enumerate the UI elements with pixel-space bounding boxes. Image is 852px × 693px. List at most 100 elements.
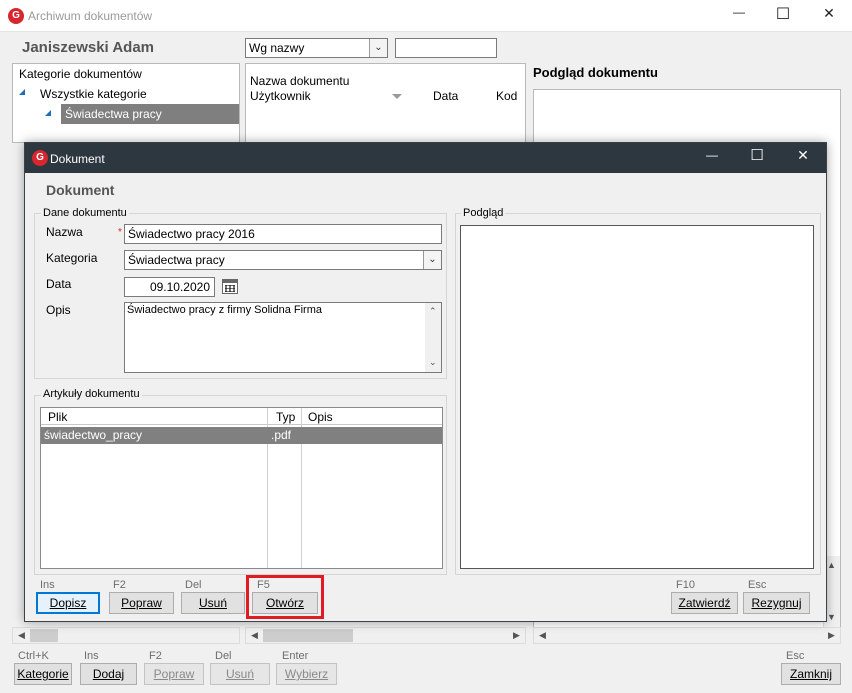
scroll-left-icon[interactable]: ◀ xyxy=(246,628,263,643)
minimize-icon[interactable]: — xyxy=(689,148,735,162)
cancel-button[interactable]: Rezygnuj xyxy=(743,592,810,614)
shortcut-label: Esc xyxy=(786,650,805,662)
select-button[interactable]: Wybierz xyxy=(276,663,337,685)
dialog-titlebar: G Dokument — ☐ ✕ xyxy=(25,143,826,173)
app-logo-icon: G xyxy=(8,8,24,24)
table-row[interactable]: świadectwo_pracy .pdf xyxy=(41,427,442,444)
main-titlebar: G Archiwum dokumentów — ☐ ✕ xyxy=(0,0,852,32)
button-label: Zatwierdź xyxy=(678,596,731,610)
shortcut-label: Ins xyxy=(84,650,99,662)
close-icon[interactable]: ✕ xyxy=(806,5,852,22)
description-textarea[interactable]: Świadectwo pracy z firmy Solidna Firma ⌃… xyxy=(124,302,442,373)
document-dialog: G Dokument — ☐ ✕ Dokument Dane dokumentu… xyxy=(24,142,827,622)
articles-table: Plik Typ Opis świadectwo_pracy .pdf xyxy=(40,407,443,569)
description-label: Opis xyxy=(46,303,71,317)
edit-button[interactable]: Popraw xyxy=(144,663,204,685)
chevron-down-icon[interactable]: ⌄ xyxy=(369,39,387,57)
column-description[interactable]: Opis xyxy=(308,410,333,424)
delete-button[interactable]: Usuń xyxy=(210,663,270,685)
shortcut-label: Del xyxy=(215,650,232,662)
shortcut-label: Enter xyxy=(282,650,309,662)
calendar-icon-header xyxy=(223,280,237,283)
search-input[interactable] xyxy=(395,38,497,58)
articles-group-label: Artykuły dokumentu xyxy=(41,388,142,400)
button-label: Rezygnuj xyxy=(751,596,802,610)
scroll-left-icon[interactable]: ◀ xyxy=(534,628,551,643)
scroll-down-icon[interactable]: ▼ xyxy=(827,612,836,622)
button-label: Usuń xyxy=(225,667,254,681)
name-input[interactable]: Świadectwo pracy 2016 xyxy=(124,224,442,244)
close-button[interactable]: Zamknij xyxy=(781,663,841,685)
button-label: Popraw xyxy=(121,596,162,610)
close-icon[interactable]: ✕ xyxy=(780,147,826,164)
date-label: Data xyxy=(46,277,72,291)
preview-scrollbar-h[interactable]: ◀ ▶ xyxy=(533,627,841,644)
chevron-down-icon[interactable]: ⌄ xyxy=(423,251,441,269)
column-document-name[interactable]: Nazwa dokumentu xyxy=(250,74,349,88)
confirm-button[interactable]: Zatwierdź xyxy=(671,592,738,614)
shortcut-label: F10 xyxy=(676,579,695,591)
edit-article-button[interactable]: Popraw xyxy=(109,592,174,614)
sort-arrow-icon xyxy=(392,94,402,99)
scroll-right-icon[interactable]: ▶ xyxy=(508,628,525,643)
open-button-highlight xyxy=(246,575,324,619)
button-label: Kategorie xyxy=(17,667,69,681)
column-date[interactable]: Data xyxy=(433,89,458,103)
shortcut-label: Ins xyxy=(40,579,55,591)
category-select[interactable]: Świadectwa pracy ⌄ xyxy=(124,250,442,270)
maximize-icon[interactable]: ☐ xyxy=(760,4,806,24)
category-item-all[interactable]: Wszystkie kategorie xyxy=(40,87,147,101)
column-file[interactable]: Plik xyxy=(48,410,67,424)
preview-group-label: Podgląd xyxy=(461,207,506,219)
categories-panel: Kategorie dokumentów Wszystkie kategorie… xyxy=(12,63,240,143)
categories-button[interactable]: Kategorie xyxy=(14,663,72,685)
scroll-up-icon[interactable]: ⌃ xyxy=(429,306,437,317)
shortcut-label: Del xyxy=(185,579,202,591)
dialog-title: Dokument xyxy=(50,152,105,166)
maximize-icon[interactable]: ☐ xyxy=(734,146,780,164)
date-input[interactable]: 09.10.2020 xyxy=(124,277,215,297)
dialog-preview-panel xyxy=(460,225,814,569)
sort-select[interactable]: Wg nazwy ⌄ xyxy=(245,38,388,58)
button-label: Popraw xyxy=(153,667,195,681)
details-group-label: Dane dokumentu xyxy=(41,207,129,219)
scroll-up-icon[interactable]: ▲ xyxy=(827,560,836,570)
description-text: Świadectwo pracy z firmy Solidna Firma xyxy=(127,304,323,316)
app-logo-icon: G xyxy=(32,150,48,166)
calendar-icon[interactable] xyxy=(222,279,238,294)
delete-article-button[interactable]: Usuń xyxy=(181,592,245,614)
shortcut-label: Esc xyxy=(748,579,767,591)
scroll-thumb[interactable] xyxy=(263,629,353,642)
scroll-right-icon[interactable]: ▶ xyxy=(823,628,840,643)
category-label: Kategoria xyxy=(46,251,98,265)
categories-scrollbar[interactable]: ◀ xyxy=(12,627,240,644)
scroll-down-icon[interactable]: ⌄ xyxy=(429,357,437,368)
button-label: Wybierz xyxy=(284,667,329,681)
documents-scrollbar[interactable]: ◀ ▶ xyxy=(245,627,526,644)
button-label: Dopisz xyxy=(49,596,87,610)
dialog-heading: Dokument xyxy=(46,182,115,198)
cell-type: .pdf xyxy=(271,428,292,442)
categories-header: Kategorie dokumentów xyxy=(19,67,142,81)
shortcut-label: F2 xyxy=(113,579,126,591)
column-code[interactable]: Kod xyxy=(496,89,517,103)
name-label: Nazwa xyxy=(46,225,83,239)
calendar-icon-grid xyxy=(225,285,235,292)
category-item-selected[interactable]: Świadectwa pracy xyxy=(61,104,239,124)
shortcut-label: Ctrl+K xyxy=(18,650,49,662)
required-mark: * xyxy=(118,227,122,238)
tree-expand-icon[interactable] xyxy=(45,110,51,116)
person-name: Janiszewski Adam xyxy=(22,39,155,56)
articles-header: Plik Typ Opis xyxy=(41,408,442,425)
description-scrollbar[interactable]: ⌃ ⌄ xyxy=(425,303,441,372)
add-button[interactable]: Dodaj xyxy=(80,663,137,685)
preview-title: Podgląd dokumentu xyxy=(533,65,658,80)
column-type[interactable]: Typ xyxy=(276,410,295,424)
tree-expand-icon[interactable] xyxy=(19,89,25,95)
append-button[interactable]: Dopisz xyxy=(36,592,100,614)
scroll-left-icon[interactable]: ◀ xyxy=(13,628,30,643)
scroll-thumb[interactable] xyxy=(30,629,58,642)
shortcut-label: F2 xyxy=(149,650,162,662)
minimize-icon[interactable]: — xyxy=(716,5,762,19)
column-user[interactable]: Użytkownik xyxy=(250,89,311,103)
